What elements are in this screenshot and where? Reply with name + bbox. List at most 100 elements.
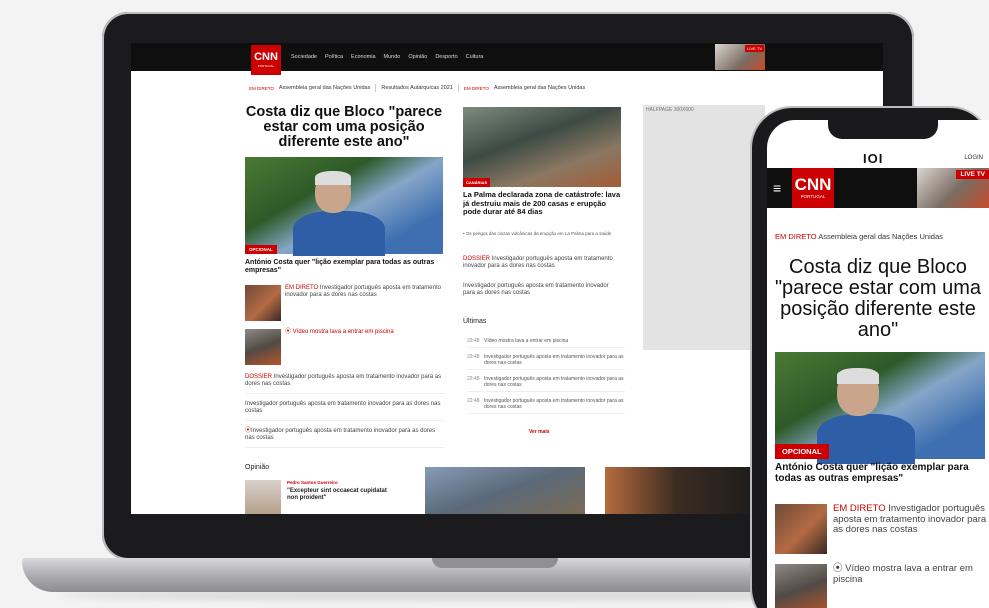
mobile-ticker[interactable]: EM DIRETO Assembleia geral das Nações Un… xyxy=(775,232,943,241)
story-list: DOSSIER Investigador português aposta em… xyxy=(245,374,445,455)
ticker-item[interactable]: Assembleia geral das Nações Unidas xyxy=(279,85,370,91)
latest-text: Investigador português aposta em tratame… xyxy=(484,398,624,410)
story-item[interactable]: Investigador português aposta em tratame… xyxy=(245,401,445,421)
story-item[interactable]: DOSSIER Investigador português aposta em… xyxy=(245,374,445,394)
ticker-item[interactable]: Assembleia geral das Nações Unidas xyxy=(494,85,585,91)
ticker-live-tag: EM DIRETO xyxy=(463,85,489,91)
ticker-live-tag: EM DIRETO xyxy=(775,232,817,241)
menu-icon[interactable]: ≡ xyxy=(773,181,787,195)
ticker-live-tag: EM DIRETO xyxy=(249,85,274,91)
mobile-hero-image[interactable]: OPCIONAL xyxy=(775,352,985,464)
latest-time: 22:48 xyxy=(467,376,480,382)
lava-image[interactable] xyxy=(425,467,585,514)
side-story-thumb xyxy=(245,285,281,321)
story-text: EM DIRETO Investigador português aposta … xyxy=(833,503,987,554)
lava-story-bullet[interactable]: • Os perigos das cinzas vulcânicas da er… xyxy=(463,231,623,237)
latest-item[interactable]: 22:48 Vídeo mostra lava a entrar em pisci… xyxy=(467,335,625,348)
nav-link-economia[interactable]: Economia xyxy=(351,54,375,60)
ultimas-heading: Últimas xyxy=(463,318,487,325)
mobile-hero-caption[interactable]: António Costa quer "lição exemplar para … xyxy=(775,462,985,484)
latest-time: 22:48 xyxy=(467,398,480,404)
mobile-brand-logo[interactable]: IOI xyxy=(863,151,883,166)
latest-text: Investigador português aposta em tratame… xyxy=(484,376,624,388)
hero-image[interactable]: OPCIONAL xyxy=(245,157,443,256)
nav-link-opiniao[interactable]: Opinião xyxy=(408,54,427,60)
ticker-text: Assembleia geral das Nações Unidas xyxy=(818,232,943,241)
stage: CNN PORTUGAL Sociedade Política Economia… xyxy=(0,0,989,608)
nav-link-sociedade[interactable]: Sociedade xyxy=(291,54,317,60)
latest-item[interactable]: 22:48 Investigador português aposta em tr… xyxy=(467,351,625,370)
story-thumb xyxy=(775,504,827,554)
logo-sub: PORTUGAL xyxy=(257,64,275,68)
cnn-logo-mobile[interactable]: CNN PORTUGAL xyxy=(792,168,834,208)
laptop-notch xyxy=(432,558,558,568)
hero-figure-body xyxy=(293,211,385,256)
opinion-author: Pedro Santos Guerreiro xyxy=(287,480,338,485)
col2-story[interactable]: DOSSIER Investigador português aposta em… xyxy=(463,256,621,270)
canarias-badge: CANÁRIAS xyxy=(463,178,491,187)
logo-text: CNN xyxy=(254,51,278,63)
latest-text: Investigador português aposta em tratame… xyxy=(484,354,624,366)
mobile-headline[interactable]: Costa diz que Bloco "parece estar com um… xyxy=(767,257,989,341)
cnn-logo[interactable]: CNN PORTUGAL xyxy=(251,45,281,75)
ad-label: HALFPAGE 300X600 xyxy=(646,107,694,113)
story-item[interactable]: ⦿Investigador português aposta em tratam… xyxy=(245,428,445,448)
col2-story[interactable]: Investigador português aposta em tratame… xyxy=(463,283,621,297)
nav-links: Sociedade Política Economia Mundo Opiniã… xyxy=(291,54,483,60)
ver-mais-link[interactable]: Ver mais xyxy=(529,429,550,435)
lava-story-headline[interactable]: La Palma declarada zona de catástrofe: l… xyxy=(463,190,623,217)
latest-time: 22:48 xyxy=(467,354,480,360)
side-story-text: EM DIRETO Investigador português aposta … xyxy=(285,285,445,321)
opcional-badge: OPCIONAL xyxy=(245,245,277,254)
dossier-tag: DOSSIER xyxy=(245,374,273,380)
opinion-heading: Opinião xyxy=(245,464,270,471)
ticker-divider xyxy=(457,84,459,92)
latest-text: Vídeo mostra lava a entrar em piscina xyxy=(484,338,569,344)
mobile-story[interactable]: ⦿ Vídeo mostra lava a entrar em piscina xyxy=(775,563,987,608)
hero-figure-hair xyxy=(315,171,351,185)
ultimas-list: 22:48 Vídeo mostra lava a entrar em pisci… xyxy=(467,335,625,417)
story-text: Investigador português aposta em tratame… xyxy=(245,374,442,387)
dossier-tag: DOSSIER xyxy=(463,256,491,262)
login-button[interactable]: LOGIN xyxy=(964,155,983,161)
mobile-screen: IOI LOGIN ≡ CNN PORTUGAL LIVE TV EM DIRE… xyxy=(767,120,989,608)
top-navbar: CNN PORTUGAL Sociedade Política Economia… xyxy=(131,43,883,75)
hero-figure-body xyxy=(817,414,915,464)
logo-text: CNN xyxy=(794,175,832,195)
side-story[interactable]: EM DIRETO Investigador português aposta … xyxy=(245,285,445,321)
nav-link-politica[interactable]: Política xyxy=(325,54,343,60)
story-text: ⦿ Vídeo mostra lava a entrar em piscina xyxy=(833,563,987,608)
live-tag: EM DIRETO xyxy=(285,285,319,291)
ad-slot[interactable]: HALFPAGE 300X600 xyxy=(643,105,765,350)
side-story-thumb xyxy=(245,329,281,365)
nav-link-desporto[interactable]: Desporto xyxy=(435,54,457,60)
video-link: ⦿ Vídeo mostra lava a entrar em piscina xyxy=(285,329,394,335)
opinion-quote: "Excepteur sint occaecat cupidatat non p… xyxy=(287,488,387,501)
side-story[interactable]: ⦿ Vídeo mostra lava a entrar em piscina xyxy=(245,329,445,365)
lava-story-image[interactable]: CANÁRIAS xyxy=(463,107,621,187)
live-tv-badge: LIVE TV xyxy=(956,170,989,179)
story-text: Investigador português aposta em tratame… xyxy=(463,283,609,296)
hero-figure-hair xyxy=(837,368,879,384)
latest-time: 22:48 xyxy=(467,338,480,344)
ticker-item[interactable]: Resultados Autárquicas 2021 xyxy=(381,85,453,91)
logo-sub: PORTUGAL xyxy=(800,194,826,200)
hero-headline[interactable]: Costa diz que Bloco "parece estar com um… xyxy=(239,105,449,150)
live-tv-thumbnail[interactable]: LIVE TV xyxy=(715,44,765,70)
nav-link-mundo[interactable]: Mundo xyxy=(384,54,401,60)
live-tv-badge: LIVE TV xyxy=(745,45,764,52)
man-portrait-image[interactable] xyxy=(605,467,765,514)
story-text: Investigador português aposta em tratame… xyxy=(245,401,441,414)
latest-item[interactable]: 22:48 Investigador português aposta em tr… xyxy=(467,373,625,392)
latest-item[interactable]: 22:48 Investigador português aposta em tr… xyxy=(467,395,625,414)
nav-link-cultura[interactable]: Cultura xyxy=(466,54,484,60)
live-tag: EM DIRETO xyxy=(833,503,886,514)
video-link: ⦿ Vídeo mostra lava a entrar em piscina xyxy=(833,563,973,585)
ticker-divider xyxy=(375,84,377,92)
hero-caption[interactable]: António Costa quer "lição exemplar para … xyxy=(245,259,445,275)
opinion-card[interactable]: Pedro Santos Guerreiro "Excepteur sint o… xyxy=(245,480,387,514)
mobile-story[interactable]: EM DIRETO Investigador português aposta … xyxy=(775,503,987,554)
author-photo xyxy=(245,480,281,514)
side-story-text: ⦿ Vídeo mostra lava a entrar em piscina xyxy=(285,329,394,365)
story-text: Investigador português aposta em tratame… xyxy=(245,428,436,441)
